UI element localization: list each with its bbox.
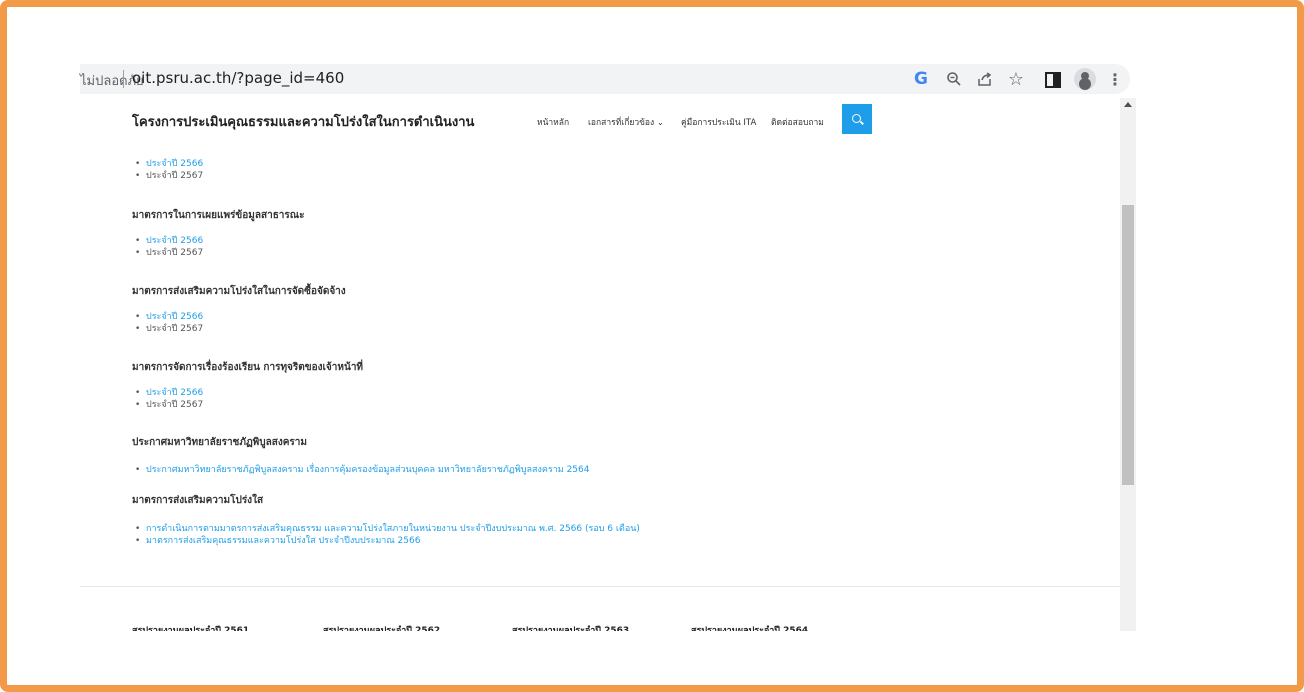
zoom-icon[interactable] [943,66,965,92]
search-icon [851,113,861,123]
profile-icon[interactable] [1074,68,1096,90]
list-section-5: การดำเนินการตามมาตรการส่งเสริมคุณธรรม แล… [132,523,640,547]
footer-report-2561[interactable]: สรุปรายงานผลประจำปี 2561 [132,623,249,631]
list-section-0: ประจำปี 2566 ประจำปี 2567 [132,158,203,182]
list-item: ประจำปี 2567 [132,399,203,411]
bookmark-star-icon[interactable]: ☆ [1005,66,1027,92]
list-item: ประจำปี 2567 [132,247,203,259]
section-heading: มาตรการในการเผยแพร่ข้อมูลสาธารณะ [132,210,305,221]
side-panel-icon[interactable] [1045,72,1061,88]
footer-divider [80,586,1120,587]
nav-documents[interactable]: เอกสารที่เกี่ยวข้อง ⌄ [588,115,664,129]
section-heading: ประกาศมหาวิทยาลัยราชภัฏพิบูลสงคราม [132,437,307,448]
list-item-link[interactable]: การดำเนินการตามมาตรการส่งเสริมคุณธรรม แล… [132,523,640,535]
list-section-1: ประจำปี 2566 ประจำปี 2567 [132,235,203,259]
section-heading: มาตรการส่งเสริมความโปร่งใสในการจัดซื้อจั… [132,286,346,297]
vertical-scrollbar[interactable] [1120,98,1136,631]
nav-home[interactable]: หน้าหลัก [537,115,569,129]
site-header: โครงการประเมินคุณธรรมและความโปร่งใสในการ… [80,98,1120,142]
list-section-4: ประกาศมหาวิทยาลัยราชภัฏพิบูลสงคราม เรื่อ… [132,464,589,476]
list-item-link[interactable]: ประจำปี 2566 [132,311,203,323]
address-separator [123,70,124,88]
section-heading: มาตรการส่งเสริมความโปร่งใส [132,495,264,506]
page-viewport: มาตรการป้องกันการรับสินบน โครงการประเมิน… [80,98,1120,631]
url-text[interactable]: oit.psru.ac.th/?page_id=460 [132,69,344,87]
list-section-3: ประจำปี 2566 ประจำปี 2567 [132,387,203,411]
scroll-thumb[interactable] [1122,205,1134,485]
address-bar[interactable]: ไม่ปลอดภัย oit.psru.ac.th/?page_id=460 [80,64,1130,94]
nav-manual[interactable]: คู่มือการประเมิน ITA [681,115,756,129]
google-lens-icon[interactable]: G [910,66,932,92]
list-item-link[interactable]: ประจำปี 2566 [132,387,203,399]
footer-report-2563[interactable]: สรุปรายงานผลประจำปี 2563 [512,623,629,631]
menu-dots-icon[interactable]: ⋮ [1104,66,1126,92]
chevron-down-icon: ⌄ [656,118,664,128]
footer-report-2564[interactable]: สรุปรายงานผลประจำปี 2564 [691,623,808,631]
nav-documents-label: เอกสารที่เกี่ยวข้อง [588,118,655,128]
list-item-link[interactable]: ประจำปี 2566 [132,158,203,170]
footer-report-2562[interactable]: สรุปรายงานผลประจำปี 2562 [323,623,440,631]
list-item: ประจำปี 2567 [132,170,203,182]
list-item: ประจำปี 2567 [132,323,203,335]
list-item-link[interactable]: ประจำปี 2566 [132,235,203,247]
list-item-link[interactable]: ประกาศมหาวิทยาลัยราชภัฏพิบูลสงคราม เรื่อ… [132,464,589,476]
section-heading: มาตรการจัดการเรื่องร้องเรียน การทุจริตขอ… [132,362,364,373]
search-button[interactable] [842,104,872,134]
list-item-link[interactable]: มาตรการส่งเสริมคุณธรรมและความโปร่งใส ประ… [132,535,640,547]
list-section-2: ประจำปี 2566 ประจำปี 2567 [132,311,203,335]
nav-contact[interactable]: ติดต่อสอบถาม [771,115,824,129]
site-title[interactable]: โครงการประเมินคุณธรรมและความโปร่งใสในการ… [132,111,474,132]
scroll-up-arrow-icon[interactable] [1124,102,1132,107]
share-icon[interactable] [974,66,996,92]
